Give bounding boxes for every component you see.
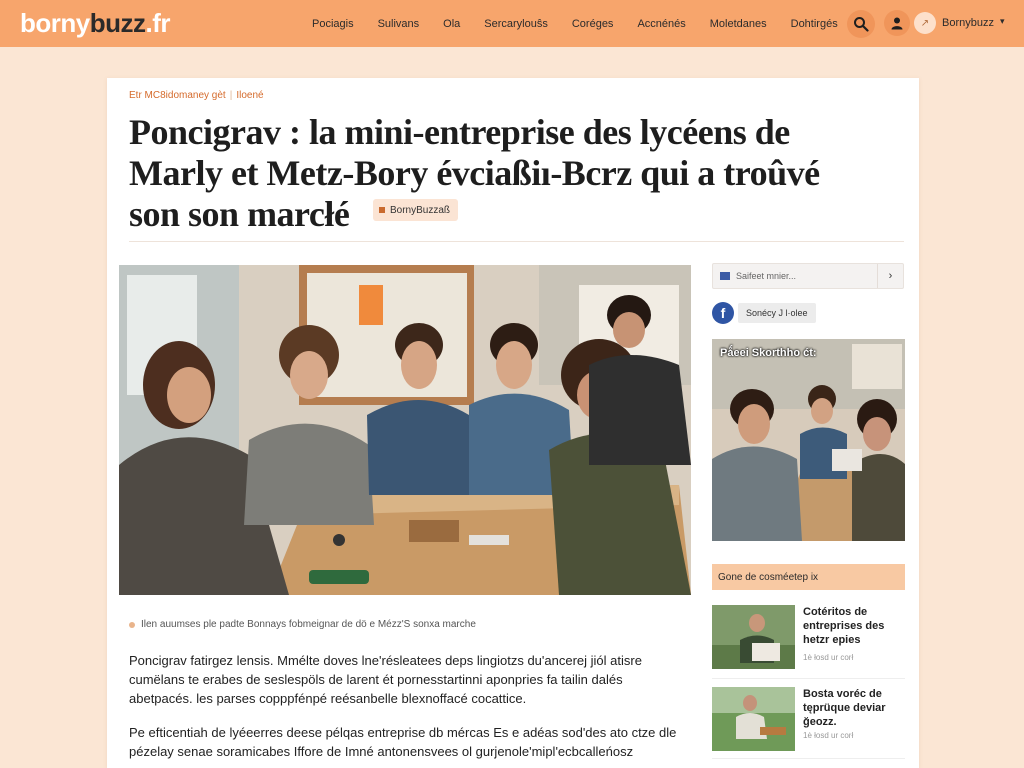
caption-dot: [129, 621, 135, 628]
logo-part-tld: .fr: [145, 8, 171, 38]
source-badge-label: BornyBuzzaß: [390, 204, 451, 216]
article-paragraph-2: Pe efticentiah de lyéeerres deese pélqas…: [129, 725, 677, 759]
search-button[interactable]: [847, 10, 875, 38]
photo-caption: Ilen auumses ple padte Bonnays fobmeigna…: [129, 619, 476, 630]
sidebar-section-heading: Gone de cosméetep ix: [712, 564, 905, 590]
logo-part-borny: borny: [20, 8, 90, 38]
breadcrumb-item-1[interactable]: Etr MC8idomaney gèt: [129, 90, 226, 101]
nav-item-7[interactable]: Moletdanes: [698, 18, 779, 30]
nav-item-4[interactable]: Sercarylouŝs: [472, 18, 560, 30]
avatar-icon[interactable]: ↗: [914, 12, 936, 34]
sidebar-article-2-title: Bosta voréc de tęprüque deviar ğeozz.: [803, 688, 886, 728]
sidebar-article-2[interactable]: Bosta voréc de tęprüque deviar ğeozz. 1ė…: [712, 687, 905, 753]
hero-photo: [119, 265, 691, 595]
title-divider: [129, 241, 904, 242]
main-nav: Pociagis Sulivans Ola Sercarylouŝs Corég…: [300, 0, 850, 47]
sidebar-search-input[interactable]: Saifeet mnier...: [736, 271, 877, 281]
sidebar-article-1-date: 1ė łosd ur corł: [803, 653, 854, 662]
flag-icon: [720, 272, 730, 280]
article-card: Etr MC8idomaney gèt | Iloené Poncigrav : l…: [107, 78, 919, 768]
sidebar-search: Saifeet mnier... ›: [712, 263, 904, 289]
nav-item-3[interactable]: Ola: [431, 18, 472, 30]
nav-item-2[interactable]: Sulivans: [366, 18, 432, 30]
chevron-right-icon[interactable]: ›: [877, 264, 903, 288]
sidebar-photo-title: Pǻeei Skorthho ćt:: [720, 347, 817, 359]
user-icon: [891, 17, 903, 30]
search-icon: [854, 17, 869, 32]
nav-item-8[interactable]: Dohtirgés: [779, 18, 850, 30]
logo-part-buzz: buzz: [89, 8, 146, 38]
sidebar-separator: [712, 758, 905, 759]
sidebar-feature-photo[interactable]: Pǻeei Skorthho ćt:: [712, 339, 905, 541]
photo-caption-text: Ilen auumses ple padte Bonnays fobmeigna…: [141, 619, 476, 630]
article-title: Poncigrav : la mini-entreprise des lycée…: [129, 112, 820, 234]
nav-item-1[interactable]: Pociagis: [300, 18, 366, 30]
nav-item-5[interactable]: Coréges: [560, 18, 626, 30]
facebook-follow: f Sonécy J l·olee: [712, 302, 816, 324]
sidebar-article-1-title: Cotéritos de entreprises des hetzr epies: [803, 606, 885, 646]
sidebar-article-2-thumbnail: [712, 687, 795, 751]
breadcrumb-item-2[interactable]: Iloené: [236, 90, 263, 101]
chevron-down-icon[interactable]: ▾: [1000, 16, 1005, 27]
breadcrumb: Etr MC8idomaney gèt | Iloené: [129, 90, 264, 101]
article-paragraph-1: Poncigrav fatirgez lensis. Mmélte doves …: [129, 653, 642, 706]
nav-item-6[interactable]: Accnénés: [625, 18, 697, 30]
sidebar-article-1[interactable]: Cotéritos de entreprises des hetzr epies…: [712, 605, 905, 671]
sidebar-separator: [712, 678, 905, 679]
top-navigation-bar: bornybuzz.fr Pociagis Sulivans Ola Serca…: [0, 0, 1024, 47]
site-logo[interactable]: bornybuzz.fr: [20, 8, 170, 39]
facebook-follow-button[interactable]: Sonécy J l·olee: [738, 303, 816, 323]
account-name[interactable]: Bornybuzz: [942, 17, 994, 29]
sidebar-article-2-date: 1ė łosd ur corł: [803, 731, 854, 740]
user-button[interactable]: [884, 10, 910, 36]
source-badge[interactable]: BornyBuzzaß: [373, 199, 459, 221]
sidebar-article-1-thumbnail: [712, 605, 795, 669]
breadcrumb-separator: |: [229, 90, 233, 101]
source-badge-marker: [379, 207, 385, 213]
facebook-icon[interactable]: f: [712, 302, 734, 324]
